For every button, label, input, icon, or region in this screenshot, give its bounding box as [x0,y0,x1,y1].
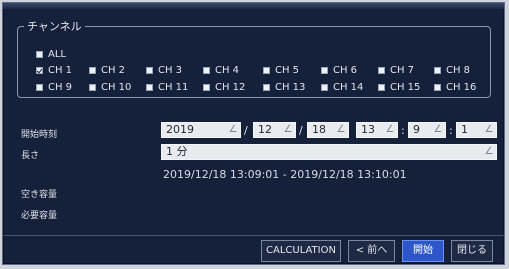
channel-label: CH 7 [390,65,415,76]
channel-checkbox[interactable]: CH 16 [434,82,476,93]
required-space-label: 必要容量 [21,211,58,221]
checkbox-icon [89,67,96,74]
checkbox-icon [36,84,43,91]
checkbox-icon [378,84,385,91]
year-input[interactable]: 2019 ∠ [161,122,241,138]
duration-label: 長さ [21,151,40,161]
time-separator: : [401,124,405,137]
checkbox-icon [321,84,328,91]
date-separator: / [299,124,303,137]
minute-input[interactable]: 9 ∠ [408,122,446,138]
channel-label: CH 10 [101,82,132,93]
duration-select[interactable]: 1 分 ∠ [161,144,497,160]
checkbox-icon [146,67,153,74]
channel-label: CH 8 [446,65,471,76]
channel-label: CH 13 [275,82,306,93]
footer-divider [3,235,504,236]
start-button[interactable]: 開始 [402,240,444,262]
checkbox-icon [321,67,328,74]
checkbox-icon [434,84,441,91]
channel-label: CH 2 [101,65,126,76]
edit-icon: ∠ [336,124,346,135]
checkbox-icon [89,84,96,91]
hour-input[interactable]: 13 ∠ [356,122,398,138]
hour-value: 13 [361,123,375,136]
checkbox-icon [263,67,270,74]
channel-group: チャンネル ALL CH 1 CH 2 CH 3 CH 4 CH 5 CH 6 CH 7 CH… [17,18,491,98]
month-input[interactable]: 12 ∠ [253,122,296,138]
channel-checkbox[interactable]: CH 12 [203,82,245,93]
date-separator: / [244,124,248,137]
day-input[interactable]: 18 ∠ [307,122,349,138]
close-button[interactable]: 閉じる [451,240,493,262]
channel-checkbox[interactable]: CH 14 [321,82,363,93]
channel-label: CH 14 [333,82,364,93]
checkbox-icon [203,67,210,74]
edit-icon: ∠ [433,124,443,135]
channel-checkbox[interactable]: CH 7 [378,65,414,76]
channel-checkbox[interactable]: CH 10 [89,82,131,93]
channel-checkbox[interactable]: CH 4 [203,65,239,76]
channel-checkbox[interactable]: CH 9 [36,82,72,93]
channel-checkbox[interactable]: CH 5 [263,65,299,76]
channel-legend: チャンネル [27,20,82,33]
channel-checkbox[interactable]: CH 15 [378,82,420,93]
checkbox-icon [263,84,270,91]
checkbox-icon [36,67,43,74]
channel-label: CH 5 [275,65,300,76]
edit-icon: ∠ [283,124,293,135]
time-range-text: 2019/12/18 13:09:01 - 2019/12/18 13:10:0… [163,168,407,181]
title-strip [3,3,504,9]
edit-icon: ∠ [385,124,395,135]
edit-icon: ∠ [484,124,494,135]
channel-label: CH 12 [215,82,246,93]
prev-button[interactable]: < 前へ [348,240,395,262]
channel-label: CH 6 [333,65,358,76]
checkbox-icon [203,84,210,91]
month-value: 12 [258,123,272,136]
day-value: 18 [312,123,326,136]
channel-label: CH 4 [215,65,240,76]
export-dialog: チャンネル ALL CH 1 CH 2 CH 3 CH 4 CH 5 CH 6 CH 7 CH… [2,2,505,265]
channel-all-checkbox[interactable]: ALL [36,49,66,60]
edit-icon: ∠ [484,146,494,157]
time-separator: : [449,124,453,137]
channel-label: CH 3 [158,65,183,76]
minute-value: 9 [413,123,420,136]
channel-checkbox[interactable]: CH 2 [89,65,125,76]
checkbox-icon [378,67,385,74]
duration-value: 1 分 [166,145,188,158]
channel-label: CH 9 [48,82,73,93]
channel-checkbox[interactable]: CH 3 [146,65,182,76]
channel-checkbox[interactable]: CH 13 [263,82,305,93]
checkbox-icon [434,67,441,74]
second-input[interactable]: 1 ∠ [456,122,497,138]
channel-checkbox[interactable]: CH 11 [146,82,188,93]
checkbox-icon [146,84,153,91]
channel-label: CH 1 [48,65,73,76]
edit-icon: ∠ [228,124,238,135]
year-value: 2019 [166,123,194,136]
channel-label: CH 15 [390,82,421,93]
calculation-button[interactable]: CALCULATION [261,240,341,262]
start-time-label: 開始時刻 [21,130,58,140]
channel-checkbox[interactable]: CH 6 [321,65,357,76]
checkbox-icon [36,51,43,58]
channel-checkbox[interactable]: CH 1 [36,65,72,76]
channel-checkbox[interactable]: CH 8 [434,65,470,76]
channel-label: CH 11 [158,82,189,93]
free-space-label: 空き容量 [21,190,58,200]
second-value: 1 [461,123,468,136]
channel-label: CH 16 [446,82,477,93]
channel-all-label: ALL [48,49,66,60]
